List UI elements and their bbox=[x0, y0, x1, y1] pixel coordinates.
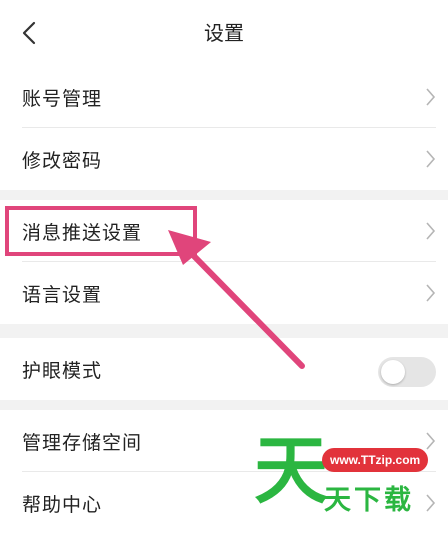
settings-item-manage-storage[interactable]: 管理存储空间 bbox=[0, 410, 448, 472]
chevron-left-icon bbox=[22, 21, 36, 45]
settings-item-language[interactable]: 语言设置 bbox=[0, 262, 448, 324]
back-button[interactable] bbox=[16, 18, 42, 48]
settings-item-label: 帮助中心 bbox=[22, 493, 103, 516]
settings-group-account: 账号管理 修改密码 bbox=[0, 66, 448, 190]
settings-item-label: 修改密码 bbox=[22, 149, 103, 172]
settings-item-label: 管理存储空间 bbox=[22, 431, 143, 454]
eye-care-toggle[interactable] bbox=[378, 357, 436, 387]
settings-item-help-center[interactable]: 帮助中心 bbox=[0, 472, 448, 534]
settings-item-push-notifications[interactable]: 消息推送设置 bbox=[0, 200, 448, 262]
toggle-knob bbox=[381, 360, 405, 384]
settings-item-label: 护眼模式 bbox=[22, 359, 103, 382]
top-bar: 设置 bbox=[0, 0, 448, 66]
settings-group-notifications: 消息推送设置 语言设置 bbox=[0, 200, 448, 324]
settings-item-label: 语言设置 bbox=[22, 283, 103, 306]
chevron-right-icon bbox=[426, 88, 436, 106]
settings-item-eye-care-mode: 护眼模式 bbox=[0, 338, 448, 400]
chevron-right-icon bbox=[426, 150, 436, 168]
settings-group-storage-help: 管理存储空间 帮助中心 bbox=[0, 410, 448, 534]
settings-item-account-management[interactable]: 账号管理 bbox=[0, 66, 448, 128]
settings-item-change-password[interactable]: 修改密码 bbox=[0, 128, 448, 190]
chevron-right-icon bbox=[426, 222, 436, 240]
page-title: 设置 bbox=[204, 21, 244, 45]
chevron-right-icon bbox=[426, 284, 436, 302]
chevron-right-icon bbox=[426, 432, 436, 450]
settings-group-eye-care: 护眼模式 bbox=[0, 338, 448, 400]
chevron-right-icon bbox=[426, 494, 436, 512]
settings-item-label: 账号管理 bbox=[22, 87, 103, 110]
settings-item-label: 消息推送设置 bbox=[22, 221, 143, 244]
